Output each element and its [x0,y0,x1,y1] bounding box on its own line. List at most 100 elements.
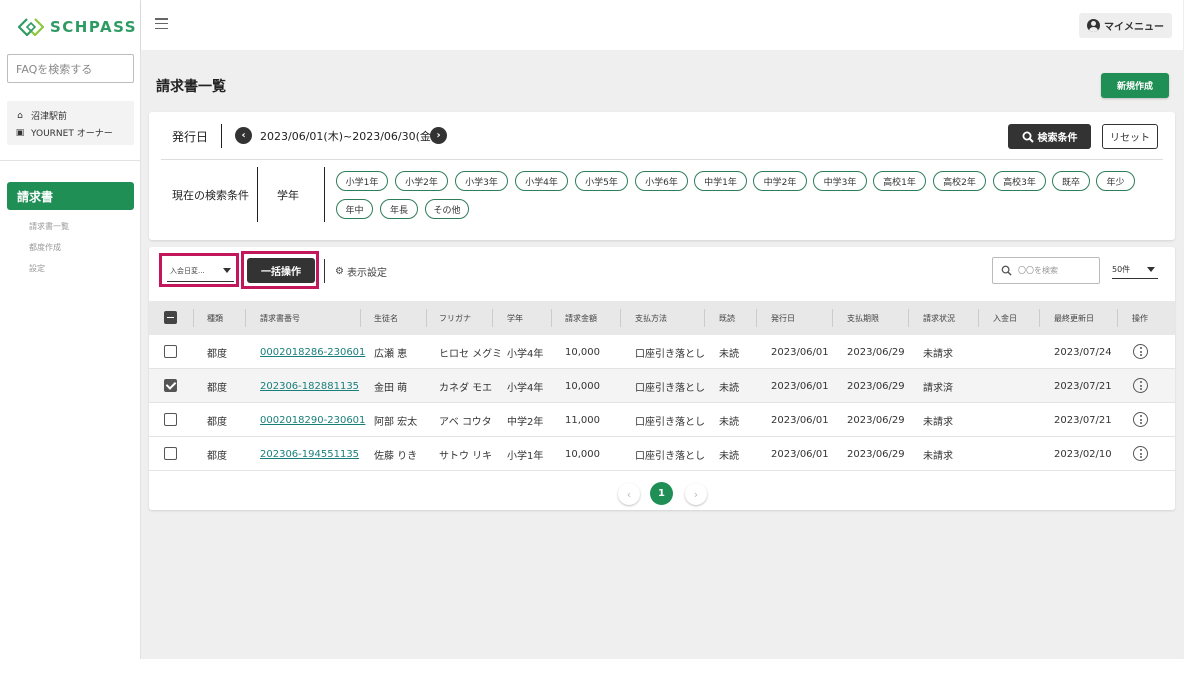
user-info[interactable]: ⌂ 沼津駅前 ▣ YOURNET オーナー [7,101,134,145]
more-options-icon[interactable] [1133,446,1148,461]
chevron-down-icon [223,268,231,273]
grade-chip[interactable]: 中学2年 [753,171,807,191]
divider [324,167,325,222]
subnav-settings[interactable]: 設定 [29,263,45,274]
search-icon [1022,131,1034,143]
school-name: 沼津駅前 [31,112,68,122]
invoice-number-link[interactable]: 0002018290-230601 [260,403,365,437]
bulk-operation-button[interactable]: 一括操作 [247,258,315,283]
cell-amount: 10,000 [565,380,600,392]
hamburger-menu-icon[interactable] [155,18,168,29]
bulk-action-select[interactable]: 入会日変... [167,260,234,282]
cell-student: 広瀬 恵 [374,348,408,360]
sidebar-item-invoices[interactable]: 請求書 [7,182,134,210]
grade-chip[interactable]: 年長 [380,199,418,219]
pagination-current-page[interactable]: 1 [650,482,673,505]
pagination-prev-button[interactable]: ‹ [618,483,640,505]
cell-updated: 2023/07/21 [1054,380,1112,392]
cell-issued: 2023/06/01 [771,346,829,358]
grade-chip[interactable]: 小学1年 [336,171,388,191]
cell-issued: 2023/06/01 [771,414,829,426]
cell-amount: 11,000 [565,414,600,426]
sidebar: SCHPASS FAQを検索する ⌂ 沼津駅前 ▣ YOURNET オーナー 請… [0,0,141,659]
column-header[interactable]: 請求状況 [923,301,955,335]
column-header[interactable]: 支払方法 [635,301,667,335]
column-header[interactable]: 生徒名 [374,301,398,335]
cell-payment: 口座引き落とし [635,416,705,428]
row-checkbox[interactable] [164,447,177,460]
cell-payment: 口座引き落とし [635,382,705,394]
column-header[interactable]: フリガナ [439,301,471,335]
cell-due: 2023/06/29 [847,414,905,426]
grade-chip[interactable]: 高校1年 [873,171,926,191]
prev-month-button[interactable]: ‹ [235,127,252,144]
cell-updated: 2023/07/24 [1054,346,1112,358]
id-card-icon: ▣ [15,127,25,138]
next-month-button[interactable]: › [430,127,447,144]
grade-chip[interactable]: 中学3年 [813,171,867,191]
column-header[interactable]: 入金日 [993,301,1017,335]
grade-chip[interactable]: 小学2年 [395,171,448,191]
page-scrollbar[interactable] [1183,0,1200,659]
new-create-button[interactable]: 新規作成 [1101,73,1169,98]
table-row[interactable]: 都度 0002018286-230601 広瀬 恵 ヒロセ メグミ 小学4年 1… [149,335,1175,369]
cell-due: 2023/06/29 [847,448,905,460]
search-conditions-button[interactable]: 検索条件 [1008,124,1091,149]
invoice-number-link[interactable]: 0002018286-230601 [260,335,365,369]
grade-chip[interactable]: 小学5年 [575,171,628,191]
row-checkbox[interactable] [164,413,177,426]
grade-chip[interactable]: 高校2年 [933,171,986,191]
pagination-next-button[interactable]: › [685,483,707,505]
more-options-icon[interactable] [1133,378,1148,393]
grade-chip[interactable]: 中学1年 [694,171,747,191]
more-options-icon[interactable] [1133,412,1148,427]
row-checkbox[interactable] [164,345,177,358]
cell-amount: 10,000 [565,346,600,358]
table-row[interactable]: 都度 0002018290-230601 阿部 宏太 アベ コウタ 中学2年 1… [149,403,1175,437]
invoice-number-link[interactable]: 202306-182881135 [260,369,359,403]
cell-type: 都度 [207,416,227,428]
display-settings-button[interactable]: ⚙ 表示設定 [335,264,387,279]
grade-chip[interactable]: 小学6年 [635,171,688,191]
date-range[interactable]: 2023/06/01(木)~2023/06/30(金) [260,128,435,144]
column-header[interactable]: 請求金額 [565,301,597,335]
cell-kana: ヒロセ メグミ [439,348,503,360]
column-header[interactable]: 最終更新日 [1054,301,1094,335]
cell-updated: 2023/02/10 [1054,448,1112,460]
table-search-input[interactable]: 〇〇を検索 [992,257,1100,284]
grade-chip[interactable]: 既卒 [1052,171,1090,191]
cell-due: 2023/06/29 [847,346,905,358]
reset-button[interactable]: リセット [1102,124,1158,149]
subnav-one-time-create[interactable]: 都度作成 [29,242,61,253]
grade-chip[interactable]: 年少 [1096,171,1135,191]
invoice-number-link[interactable]: 202306-194551135 [260,437,359,471]
row-checkbox[interactable] [164,379,177,392]
grade-chip[interactable]: 小学4年 [515,171,568,191]
column-header[interactable]: 学年 [507,301,523,335]
grade-chip[interactable]: 年中 [336,199,373,219]
grade-chip[interactable]: 高校3年 [993,171,1046,191]
grade-chip[interactable]: 小学3年 [455,171,508,191]
table-row[interactable]: 都度 202306-194551135 佐藤 りき サトウ リキ 小学1年 10… [149,437,1175,471]
column-header[interactable]: 支払期限 [847,301,879,335]
grade-label: 学年 [277,189,299,202]
divider [161,159,1163,160]
more-options-icon[interactable] [1133,344,1148,359]
my-menu-button[interactable]: マイメニュー [1079,13,1172,38]
grade-chip[interactable]: その他 [425,199,469,219]
brand-logo[interactable]: SCHPASS [18,18,137,36]
sidebar-divider [0,160,141,161]
cell-kana: カネダ モエ [439,382,493,394]
column-header[interactable]: 発行日 [771,301,795,335]
per-page-select[interactable]: 50件 [1112,261,1158,279]
column-header[interactable]: 請求書番号 [260,301,300,335]
cell-status: 請求済 [923,382,953,394]
select-all-checkbox[interactable] [164,311,177,324]
faq-search-input[interactable]: FAQを検索する [7,54,134,83]
cell-payment: 口座引き落とし [635,348,705,360]
subnav-invoice-list[interactable]: 請求書一覧 [29,221,69,232]
column-header[interactable]: 既読 [719,301,735,335]
column-header[interactable]: 種類 [207,301,223,335]
cell-grade: 小学1年 [507,450,544,462]
table-row[interactable]: 都度 202306-182881135 金田 萌 カネダ モエ 小学4年 10,… [149,369,1175,403]
